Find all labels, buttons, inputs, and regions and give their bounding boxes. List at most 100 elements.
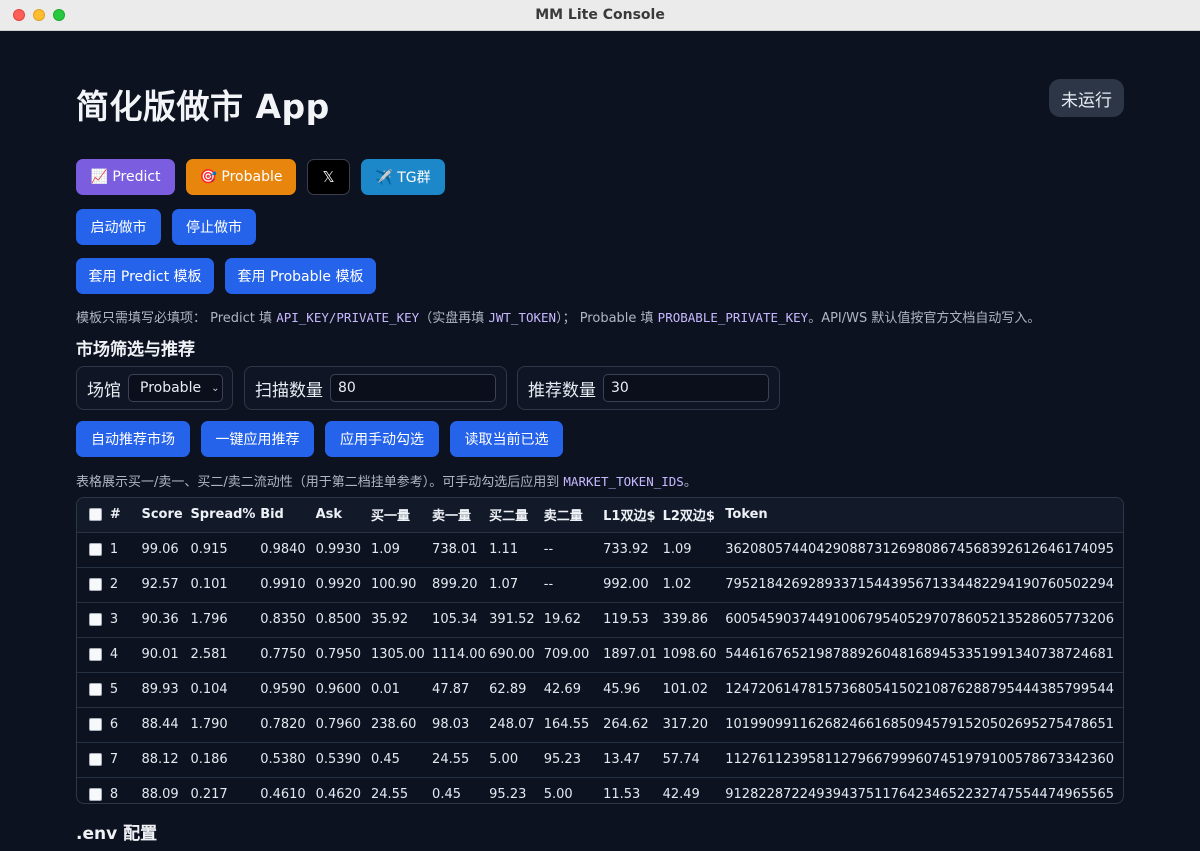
row-checkbox[interactable]: [89, 648, 102, 661]
table-row[interactable]: 3 90.36 1.796 0.8350 0.8500 35.92 105.34 391.52…: [77, 602, 1123, 638]
table-cell: 164.55: [543, 707, 604, 743]
table-cell: 238.60: [370, 707, 433, 743]
table-cell: 0.9920: [315, 567, 371, 603]
predict-link-button[interactable]: 📈 Predict: [76, 159, 175, 195]
start-market-making-button[interactable]: 启动做市: [76, 209, 161, 245]
table-cell: 13.47: [603, 742, 663, 778]
table-cell: 1.09: [370, 532, 433, 568]
table-row[interactable]: 1 99.06 0.915 0.9840 0.9930 1.09 738.01 1.11 -- 7…: [77, 532, 1123, 568]
table-row[interactable]: 8 88.09 0.217 0.4610 0.4620 24.55 0.45 95.23 5.0…: [77, 777, 1123, 803]
table-cell: 1114.00: [432, 637, 490, 673]
column-header[interactable]: #: [109, 498, 142, 533]
column-header[interactable]: 卖二量: [543, 498, 604, 533]
table-cell: 88.09: [141, 777, 191, 803]
apply-recommendation-button[interactable]: 一键应用推荐: [201, 421, 314, 457]
chevron-down-icon: ⌄: [211, 382, 220, 394]
app-window: MM Lite Console 简化版做市 App 未运行 📈 Predict …: [0, 0, 1200, 851]
table-hint: 表格展示买一/卖一、买二/卖二流动性（用于第二档挂单参考）。可手动勾选后应用到 …: [76, 471, 697, 490]
row-select-cell: [77, 637, 110, 673]
recommend-count-input[interactable]: 30: [603, 374, 769, 402]
row-checkbox[interactable]: [89, 683, 102, 696]
row-checkbox[interactable]: [89, 718, 102, 731]
table-row[interactable]: 4 90.01 2.581 0.7750 0.7950 1305.00 1114.00 690…: [77, 637, 1123, 673]
table-cell: 1897.01: [603, 637, 663, 673]
title-bar: MM Lite Console: [0, 0, 1200, 31]
probable-link-button[interactable]: 🎯 Probable: [186, 159, 296, 195]
table-cell: 7952184269289337154439567133448229419076…: [725, 567, 1123, 603]
table-cell: 89.93: [141, 672, 191, 708]
table-cell: 0.7820: [260, 707, 316, 743]
recommend-count-field: 推荐数量 30: [517, 366, 780, 410]
column-header[interactable]: Token: [725, 498, 1123, 533]
table-cell: 1127611239581127966799960745197910057867…: [725, 742, 1123, 778]
row-select-cell: [77, 707, 110, 743]
table-cell: 0.8500: [315, 602, 371, 638]
table-cell: --: [543, 567, 604, 603]
market-table-container[interactable]: # Score Spread% Bid Ask 买一量 卖一量 买二量 卖二量 …: [76, 497, 1124, 804]
x-link-button[interactable]: 𝕏: [307, 159, 350, 195]
table-cell: 0.5390: [315, 742, 371, 778]
row-checkbox[interactable]: [89, 788, 102, 801]
table-row[interactable]: 5 89.93 0.104 0.9590 0.9600 0.01 47.87 62.89 42.…: [77, 672, 1123, 708]
column-header[interactable]: 卖一量: [432, 498, 490, 533]
table-cell: 0.104: [190, 672, 261, 708]
column-header[interactable]: 买二量: [489, 498, 544, 533]
row-checkbox[interactable]: [89, 613, 102, 626]
table-cell: 0.45: [370, 742, 433, 778]
table-cell: 7: [109, 742, 142, 778]
venue-select-value: Probable: [140, 380, 202, 396]
table-cell: 264.62: [603, 707, 663, 743]
scan-count-field: 扫描数量 80: [244, 366, 507, 410]
table-cell: 0.7960: [315, 707, 371, 743]
table-cell: 733.92: [603, 532, 663, 568]
column-header[interactable]: Bid: [260, 498, 316, 533]
table-cell: 57.74: [662, 742, 726, 778]
table-cell: 0.9600: [315, 672, 371, 708]
table-cell: 1247206147815736805415021087628879544438…: [725, 672, 1123, 708]
table-cell: 0.915: [190, 532, 261, 568]
table-cell: 0.9930: [315, 532, 371, 568]
table-cell: 0.7950: [315, 637, 371, 673]
auto-recommend-button[interactable]: 自动推荐市场: [76, 421, 190, 457]
table-row[interactable]: 2 92.57 0.101 0.9910 0.9920 100.90 899.20 1.07-…: [77, 567, 1123, 603]
venue-select[interactable]: Probable ⌄: [128, 374, 223, 402]
apply-probable-template-button[interactable]: 套用 Probable 模板: [225, 258, 376, 294]
stop-market-making-button[interactable]: 停止做市: [172, 209, 256, 245]
column-header[interactable]: L1双边$: [603, 498, 663, 533]
apply-manual-selection-button[interactable]: 应用手动勾选: [325, 421, 439, 457]
table-row[interactable]: 6 88.44 1.790 0.7820 0.7960 238.60 98.03 248.07…: [77, 707, 1123, 743]
select-all-checkbox[interactable]: [89, 508, 102, 522]
template-hint: 模板只需填写必填项： Predict 填 API_KEY/PRIVATE_KEY…: [76, 307, 1040, 326]
read-current-selection-button[interactable]: 读取当前已选: [450, 421, 563, 457]
tg-group-link-button[interactable]: ✈️ TG群: [361, 159, 445, 195]
table-cell: 5.00: [489, 742, 544, 778]
market-table: # Score Spread% Bid Ask 买一量 卖一量 买二量 卖二量 …: [77, 498, 1123, 803]
table-row[interactable]: 7 88.12 0.186 0.5380 0.5390 0.45 24.55 5.00 95.2…: [77, 742, 1123, 778]
table-cell: 101.02: [662, 672, 726, 708]
row-select-cell: [77, 777, 110, 803]
column-header[interactable]: L2双边$: [662, 498, 726, 533]
column-header[interactable]: Ask: [315, 498, 371, 533]
table-cell: 5.00: [543, 777, 604, 803]
apply-predict-template-button[interactable]: 套用 Predict 模板: [76, 258, 214, 294]
table-cell: 6: [109, 707, 142, 743]
venue-label: 场馆: [87, 380, 121, 401]
table-cell: 105.34: [432, 602, 490, 638]
table-cell: 62.89: [489, 672, 544, 708]
table-cell: 1: [109, 532, 142, 568]
column-header[interactable]: 买一量: [370, 498, 433, 533]
table-cell: 3620805744042908873126980867456839261264…: [725, 532, 1123, 568]
table-cell: 0.9910: [260, 567, 316, 603]
column-header[interactable]: Spread%: [190, 498, 261, 533]
column-header[interactable]: Score: [141, 498, 191, 533]
table-cell: 1019909911626824661685094579152050269527…: [725, 707, 1123, 743]
table-cell: 19.62: [543, 602, 604, 638]
scan-count-input[interactable]: 80: [330, 374, 496, 402]
hint-text: ）； Probable 填: [556, 311, 658, 326]
row-checkbox[interactable]: [89, 543, 102, 556]
env-section-title: .env 配置: [76, 824, 158, 844]
row-checkbox[interactable]: [89, 578, 102, 591]
hint-code: API_KEY/PRIVATE_KEY: [276, 310, 420, 325]
table-cell: 992.00: [603, 567, 663, 603]
row-checkbox[interactable]: [89, 753, 102, 766]
